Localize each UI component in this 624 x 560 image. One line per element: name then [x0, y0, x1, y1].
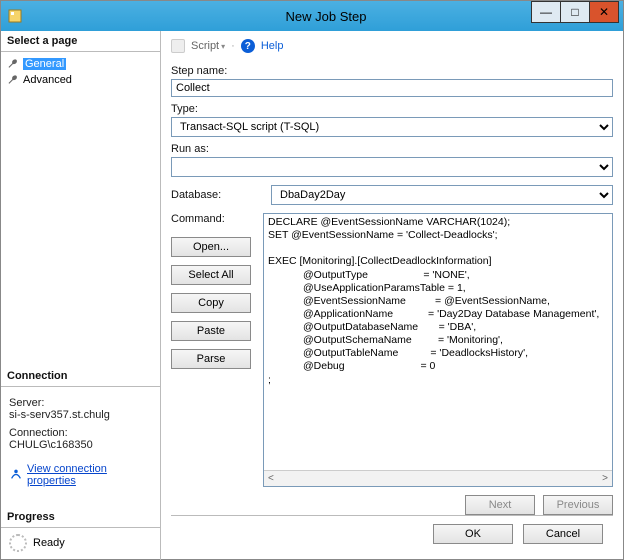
- runas-label: Run as:: [171, 143, 613, 155]
- title-bar: New Job Step — □ ✕: [1, 1, 623, 31]
- ok-button[interactable]: OK: [433, 524, 513, 544]
- maximize-button[interactable]: □: [560, 1, 590, 23]
- previous-button[interactable]: Previous: [543, 495, 613, 515]
- step-name-input[interactable]: [171, 79, 613, 97]
- page-label: Advanced: [23, 74, 72, 86]
- close-button[interactable]: ✕: [589, 1, 619, 23]
- progress-header: Progress: [1, 507, 160, 525]
- dialog-button-bar: OK Cancel: [171, 515, 613, 552]
- connection-header: Connection: [1, 366, 160, 384]
- toolbar: Script · ? Help: [171, 37, 613, 59]
- view-connection-link[interactable]: View connection properties: [27, 463, 152, 487]
- copy-button[interactable]: Copy: [171, 293, 251, 313]
- open-button[interactable]: Open...: [171, 237, 251, 257]
- cancel-button[interactable]: Cancel: [523, 524, 603, 544]
- connection-value: CHULG\c168350: [9, 439, 152, 451]
- type-select[interactable]: Transact-SQL script (T-SQL): [171, 117, 613, 137]
- page-label: General: [23, 58, 66, 70]
- page-advanced[interactable]: Advanced: [1, 72, 160, 88]
- step-name-label: Step name:: [171, 65, 613, 77]
- wrench-icon: [7, 58, 19, 70]
- database-select[interactable]: DbaDay2Day: [271, 185, 613, 205]
- server-value: si-s-serv357.st.chulg: [9, 409, 152, 421]
- database-label: Database:: [171, 189, 251, 201]
- next-button[interactable]: Next: [465, 495, 535, 515]
- left-pane: Select a page General Advanced Connectio…: [1, 31, 161, 560]
- command-label: Command:: [171, 213, 251, 225]
- progress-status: Ready: [33, 537, 65, 549]
- type-label: Type:: [171, 103, 613, 115]
- right-pane: Script · ? Help Step name: Type: Transac…: [161, 31, 623, 560]
- app-icon: [7, 8, 23, 24]
- parse-button[interactable]: Parse: [171, 349, 251, 369]
- help-icon: ?: [241, 39, 255, 53]
- script-dropdown[interactable]: Script: [191, 40, 225, 52]
- server-label: Server:: [9, 397, 152, 409]
- runas-select[interactable]: [171, 157, 613, 177]
- page-general[interactable]: General: [1, 56, 160, 72]
- select-page-header: Select a page: [1, 31, 160, 49]
- progress-spinner-icon: [9, 534, 27, 552]
- horizontal-scrollbar[interactable]: <>: [264, 470, 612, 486]
- help-link[interactable]: Help: [261, 40, 284, 52]
- view-connection-properties[interactable]: View connection properties: [1, 459, 160, 491]
- minimize-button[interactable]: —: [531, 1, 561, 23]
- link-icon: [9, 467, 23, 484]
- select-all-button[interactable]: Select All: [171, 265, 251, 285]
- command-textarea[interactable]: [264, 214, 612, 470]
- paste-button[interactable]: Paste: [171, 321, 251, 341]
- wrench-icon: [7, 74, 19, 86]
- connection-label: Connection:: [9, 427, 152, 439]
- script-icon: [171, 39, 185, 53]
